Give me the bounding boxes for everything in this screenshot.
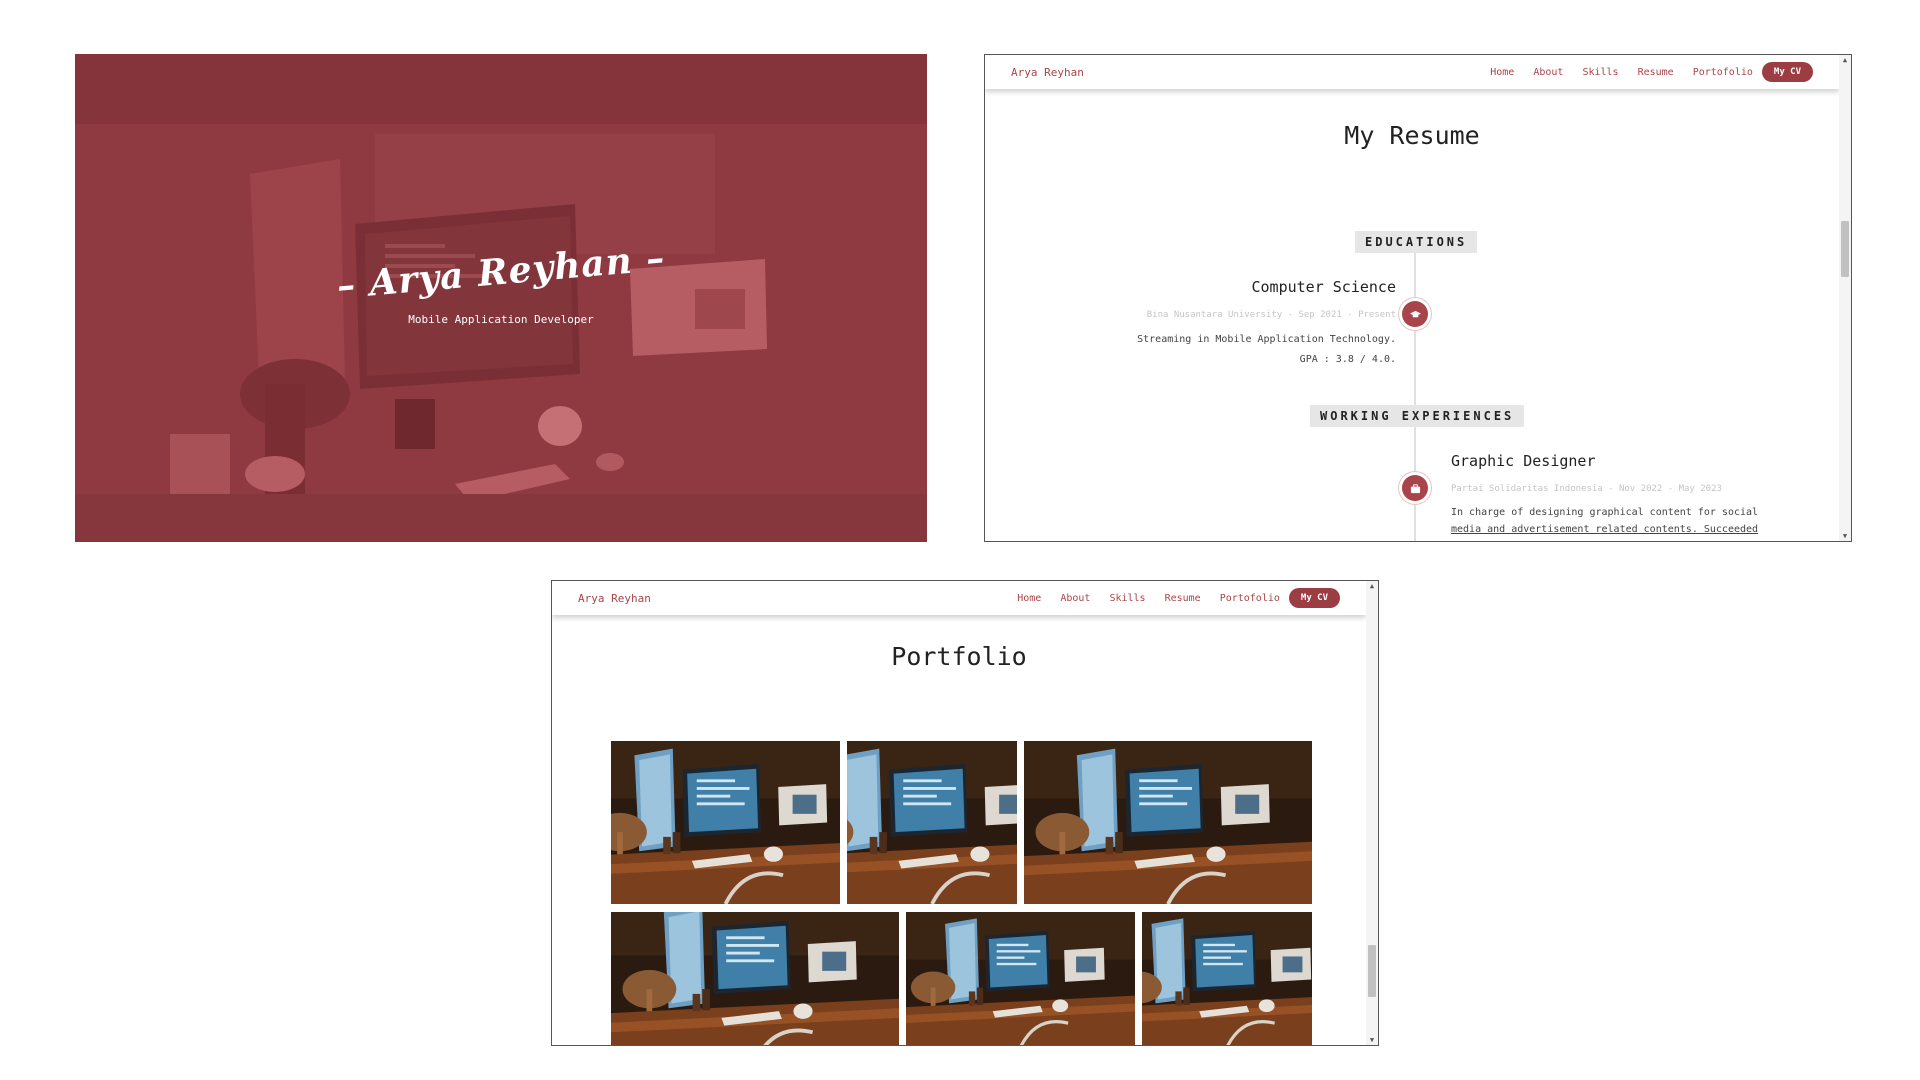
desk-setup-photo [847,741,1017,904]
hero-subtitle: Mobile Application Developer [408,313,594,326]
education-description: Streaming in Mobile Application Technolo… [1137,330,1396,370]
portfolio-image[interactable] [611,741,840,904]
nav-link-about[interactable]: About [1060,593,1090,604]
scroll-down-icon[interactable]: ▼ [1839,531,1851,541]
my-cv-button[interactable]: My CV [1761,62,1813,82]
education-desc-line: Streaming in Mobile Application Technolo… [1137,334,1396,345]
briefcase-icon [1402,475,1428,501]
nav-link-resume[interactable]: Resume [1165,593,1201,604]
nav-link-home[interactable]: Home [1490,67,1514,78]
brand-link[interactable]: Arya Reyhan [1011,66,1490,79]
desk-setup-photo [611,912,899,1045]
nav-link-resume[interactable]: Resume [1638,67,1674,78]
resume-page-window: Arya Reyhan Home About Skills Resume Por… [984,54,1852,542]
scrollbar-thumb[interactable] [1368,945,1376,997]
educations-heading: EDUCATIONS [1355,231,1478,253]
experience-desc-line: media and advertisement related contents… [1451,524,1759,535]
nav-link-skills[interactable]: Skills [1582,67,1618,78]
my-cv-button[interactable]: My CV [1288,588,1340,608]
portfolio-image[interactable] [1024,741,1312,904]
scroll-up-icon[interactable]: ▲ [1839,55,1851,65]
working-experiences-heading: WORKING EXPERIENCES [1310,405,1525,427]
scroll-up-icon[interactable]: ▲ [1366,581,1378,591]
top-navbar: Arya Reyhan Home About Skills Resume Por… [552,581,1366,615]
hero-section: – Arya Reyhan – Mobile Application Devel… [75,54,927,542]
experience-description: In charge of designing graphical content… [1451,504,1758,538]
nav-link-portofolio[interactable]: Portofolio [1220,593,1280,604]
scrollbar-thumb[interactable] [1841,221,1849,277]
graduation-cap-icon [1402,301,1428,327]
education-title: Computer Science [1251,278,1397,296]
education-meta: Bina Nusantara University - Sep 2021 - P… [1146,310,1396,320]
portfolio-page-window: Arya Reyhan Home About Skills Resume Por… [551,580,1379,1046]
nav-link-about[interactable]: About [1533,67,1563,78]
desk-setup-photo [1142,912,1312,1045]
top-navbar: Arya Reyhan Home About Skills Resume Por… [985,55,1839,89]
nav-link-home[interactable]: Home [1017,593,1041,604]
page-title: My Resume [1344,121,1480,150]
portfolio-image[interactable] [1142,912,1312,1045]
portfolio-image[interactable] [847,741,1017,904]
page-title: Portfolio [891,642,1027,671]
education-desc-line: GPA : 3.8 / 4.0. [1299,354,1396,365]
experience-desc-line: In charge of designing graphical content… [1451,507,1759,518]
portfolio-image[interactable] [611,912,899,1045]
experience-meta: Partai Solidaritas Indonesia - Nov 2022 … [1451,484,1722,494]
scrollbar[interactable]: ▲ ▼ [1839,55,1851,541]
desk-setup-photo [611,741,840,904]
brand-link[interactable]: Arya Reyhan [578,592,1017,605]
scroll-down-icon[interactable]: ▼ [1366,1035,1378,1045]
desk-setup-photo [906,912,1135,1045]
scrollbar[interactable]: ▲ ▼ [1366,581,1378,1045]
nav-link-portofolio[interactable]: Portofolio [1693,67,1753,78]
nav-link-skills[interactable]: Skills [1109,593,1145,604]
portfolio-image[interactable] [906,912,1135,1045]
desk-setup-photo [1024,741,1312,904]
experience-title: Graphic Designer [1451,452,1596,470]
